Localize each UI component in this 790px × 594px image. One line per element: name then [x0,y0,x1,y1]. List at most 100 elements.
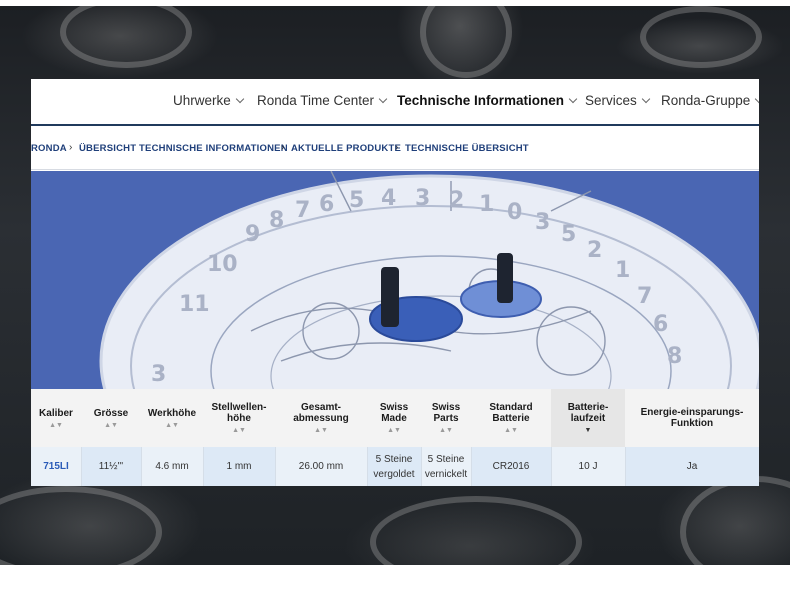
gear-deco [420,6,512,78]
column-header-werkhoehe[interactable]: Werkhöhe ▲▼ [141,389,203,447]
header-label: Funktion [670,418,714,429]
nav-label: Ronda Time Center [257,93,375,108]
dial-numeral: 4 [381,186,396,211]
table-row: 715LI 11½''' 4.6 mm 1 mm 26.00 mm 5 Stei… [31,447,759,486]
cell-gesamtabmessung: 26.00 mm [298,461,344,472]
dial-numeral: 3 [535,210,550,235]
header-label: Batterie- [567,402,609,413]
cell-energie: Ja [625,447,759,486]
nav-item-ronda-time-center[interactable]: Ronda Time Center [257,93,388,108]
nav-label: Uhrwerke [173,93,231,108]
column-header-gesamtabmessung[interactable]: Gesamt-abmessung ▲▼ [275,389,367,447]
dial-numeral: 2 [449,188,464,213]
cell-batterie: CR2016 [471,447,551,486]
header-label: Parts [433,413,459,424]
dial-numeral: 2 [587,238,602,263]
column-header-stellwellenhoehe[interactable]: Stellwellen-höhe ▲▼ [203,389,275,447]
column-divider [275,447,276,486]
chevron-down-icon [568,94,578,104]
dial-numeral: 8 [667,344,682,369]
dial-numeral: 11 [179,292,210,317]
sort-desc-icon: ▼ [584,427,592,434]
nav-label: Ronda-Gruppe [661,93,751,108]
sort-icon: ▲▼ [104,421,118,429]
sort-icon: ▲▼ [439,427,453,434]
pinion-post [381,267,399,327]
sort-icon: ▲▼ [314,427,328,434]
gear-deco [0,486,162,565]
breadcrumb: RONDA › ÜBERSICHT TECHNISCHE INFORMATION… [31,126,759,170]
column-divider [551,447,552,486]
cell-swiss-made: 5 Steine vergoldet [367,447,421,486]
header-label: Swiss [431,402,461,413]
cell-laufzeit: 10 J [578,461,598,472]
cell-line: 5 Steine [375,453,413,465]
header-label: Kaliber [39,407,73,419]
gear-deco [370,496,582,565]
bottom-margin [0,565,790,594]
nav-label: Technische Informationen [397,93,565,108]
column-divider [471,447,472,486]
header-label: abmessung [293,413,349,424]
column-header-kaliber[interactable]: Kaliber ▲▼ [31,389,81,447]
nav-item-uhrwerke[interactable]: Uhrwerke [173,93,245,108]
column-header-groesse[interactable]: Grösse ▲▼ [81,389,141,447]
cell-line: 5 Steine [427,453,465,465]
main-navigation: Uhrwerke Ronda Time Center Technische In… [31,79,759,126]
dial-numeral: 3 [151,362,166,387]
chevron-down-icon [755,94,759,104]
sort-icon: ▲▼ [165,421,179,429]
breadcrumb-technische-uebersicht: TECHNISCHE ÜBERSICHT [405,143,529,154]
breadcrumb-uebersicht[interactable]: ÜBERSICHT TECHNISCHE INFORMATIONEN [79,143,288,154]
cell-groesse: 11½''' [81,447,141,486]
dial-numeral: 5 [561,222,576,247]
dial-numeral: 9 [245,222,260,247]
column-header-energie[interactable]: Energie-einsparungs- Funktion [625,389,759,447]
cell-kaliber-link[interactable]: 715LI [31,447,81,486]
chevron-down-icon [641,94,651,104]
dial-numeral: 10 [207,252,238,277]
dial-numeral: 8 [269,208,284,233]
cell-stellwellenhoehe: 1 mm [203,447,275,486]
dial-numeral: 7 [295,198,310,223]
gear-deco [60,6,192,68]
header-label: Grösse [93,407,129,419]
gear-deco [640,6,762,68]
nav-item-services[interactable]: Services [585,93,651,108]
header-label: Energie-einsparungs- [640,407,744,418]
sort-icon: ▲▼ [49,421,63,429]
header-label: höhe [227,413,251,424]
breadcrumb-ronda[interactable]: RONDA [31,143,67,154]
column-divider [141,447,142,486]
column-divider [81,447,82,486]
chevron-down-icon [378,94,388,104]
hero-image: 3 11 10 9 8 7 6 5 4 3 2 1 0 3 5 2 1 7 6 … [31,171,759,389]
sort-icon: ▲▼ [232,427,246,434]
cell-line: vernickelt [424,468,468,480]
gear-deco [680,476,790,565]
column-header-swiss-parts[interactable]: Swiss Parts ▲▼ [421,389,471,447]
header-label: Stellwellen- [211,402,267,413]
header-label: Standard [489,402,533,413]
dial-numeral: 5 [349,188,364,213]
nav-label: Services [585,93,637,108]
header-label: Made [381,413,407,424]
nav-item-technische-informationen[interactable]: Technische Informationen [397,93,578,108]
breadcrumb-aktuelle-produkte[interactable]: AKTUELLE PRODUKTE [291,143,401,154]
column-divider [625,447,626,486]
nav-item-ronda-gruppe[interactable]: Ronda-Gruppe [661,93,759,108]
web-page: Uhrwerke Ronda Time Center Technische In… [31,79,759,486]
dial-numeral: 0 [507,200,522,225]
column-header-swiss-made[interactable]: Swiss Made ▲▼ [367,389,421,447]
column-header-batterielaufzeit[interactable]: Batterie-laufzeit ▼ [551,389,625,447]
column-divider [203,447,204,486]
column-divider [421,447,422,486]
cell-line: vergoldet [373,468,415,480]
dial-numeral: 6 [653,312,668,337]
column-header-standard-batterie[interactable]: Standard Batterie ▲▼ [471,389,551,447]
breadcrumb-separator: › [281,142,285,153]
dial-numeral: 1 [479,192,494,217]
sort-icon: ▲▼ [387,427,401,434]
breadcrumb-separator: › [69,142,73,153]
sort-icon: ▲▼ [504,427,518,434]
